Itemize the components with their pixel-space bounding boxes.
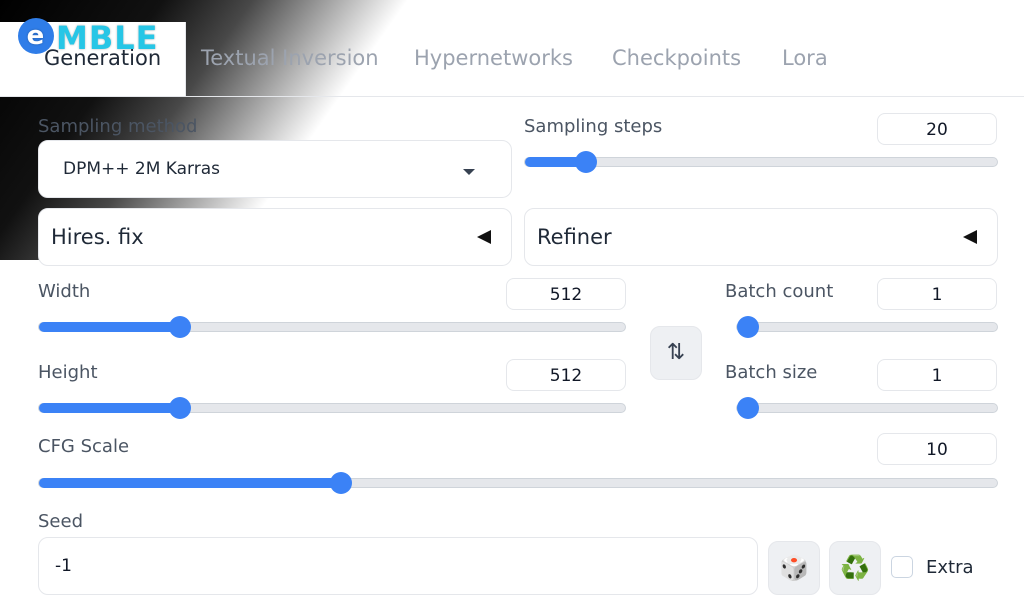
seed-label: Seed — [38, 511, 83, 532]
cfg-scale-input[interactable]: 10 — [877, 433, 997, 465]
collapse-arrow-icon — [963, 230, 977, 244]
chevron-down-icon — [463, 169, 475, 175]
random-seed-button[interactable]: 🎲 — [768, 541, 820, 595]
sampling-steps-input[interactable]: 20 — [877, 113, 997, 145]
collapse-arrow-icon — [477, 230, 491, 244]
seed-value: -1 — [55, 556, 72, 576]
slider-thumb[interactable] — [575, 151, 598, 173]
extra-label: Extra — [926, 557, 974, 578]
cfg-scale-slider[interactable] — [38, 472, 998, 494]
sampling-steps-slider[interactable] — [524, 151, 998, 173]
slider-fill — [39, 403, 180, 413]
hires-fix-accordion[interactable]: Hires. fix — [38, 208, 512, 266]
cfg-scale-label: CFG Scale — [38, 436, 130, 457]
slider-fill — [39, 322, 180, 332]
batch-size-input[interactable]: 1 — [877, 359, 997, 391]
logo-mark-icon: e — [18, 18, 54, 54]
sampling-steps-label: Sampling steps — [524, 116, 663, 137]
seed-input[interactable]: -1 — [38, 537, 758, 595]
slider-thumb[interactable] — [737, 397, 759, 419]
reuse-seed-button[interactable]: ♻️ — [829, 541, 881, 595]
sampling-method-value: DPM++ 2M Karras — [63, 159, 221, 179]
sampling-method-dropdown[interactable]: DPM++ 2M Karras — [38, 140, 512, 198]
tab-lora[interactable]: Lora — [782, 46, 828, 70]
logo-text: MBLE — [56, 19, 159, 57]
batch-count-label: Batch count — [725, 281, 834, 302]
width-input[interactable]: 512 — [506, 278, 626, 310]
slider-thumb[interactable] — [168, 316, 191, 338]
dice-icon: 🎲 — [779, 554, 809, 582]
batch-size-label: Batch size — [725, 362, 818, 383]
tab-hypernetworks[interactable]: Hypernetworks — [414, 46, 573, 70]
refiner-label: Refiner — [537, 225, 612, 249]
slider-fill — [39, 478, 341, 488]
width-slider[interactable] — [38, 316, 626, 338]
slider-thumb[interactable] — [329, 472, 352, 494]
batch-count-slider[interactable] — [736, 316, 998, 338]
batch-count-input[interactable]: 1 — [877, 278, 997, 310]
recycle-icon: ♻️ — [840, 554, 870, 582]
extra-checkbox[interactable] — [891, 556, 913, 578]
height-slider[interactable] — [38, 397, 626, 419]
swap-vertical-icon: ⇅ — [666, 340, 686, 365]
sampling-method-label: Sampling method — [38, 116, 198, 137]
slider-thumb[interactable] — [168, 397, 191, 419]
batch-size-slider[interactable] — [736, 397, 998, 419]
tab-textual-inversion[interactable]: Textual Inversion — [201, 46, 379, 70]
tab-checkpoints[interactable]: Checkpoints — [612, 46, 741, 70]
height-input[interactable]: 512 — [506, 359, 626, 391]
hires-fix-label: Hires. fix — [51, 225, 144, 249]
height-label: Height — [38, 362, 98, 383]
watermark-logo: e MBLE — [18, 18, 158, 58]
swap-dimensions-button[interactable]: ⇅ — [650, 326, 702, 380]
slider-thumb[interactable] — [737, 316, 759, 338]
refiner-accordion[interactable]: Refiner — [524, 208, 998, 266]
width-label: Width — [38, 281, 91, 302]
